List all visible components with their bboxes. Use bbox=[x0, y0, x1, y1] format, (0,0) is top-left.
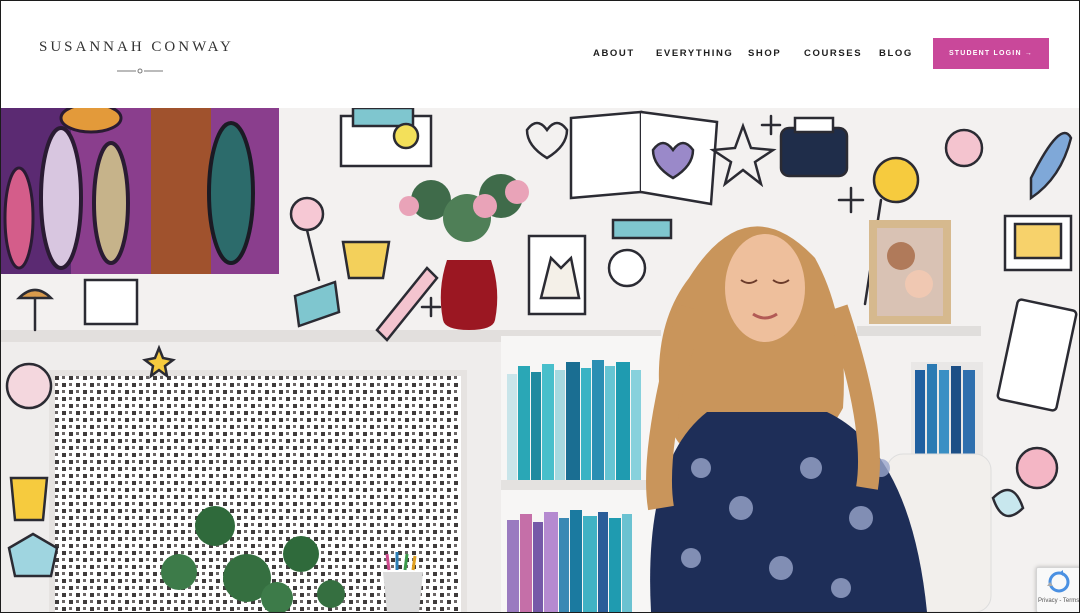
photo-frame bbox=[869, 220, 951, 324]
recaptcha-badge[interactable] bbox=[1036, 567, 1079, 612]
recaptcha-terms-link[interactable]: Privacy - Terms bbox=[1038, 598, 1079, 604]
logo-ornament-icon bbox=[117, 68, 163, 74]
site-logo[interactable]: SUSANNAH CONWAY bbox=[39, 39, 234, 56]
student-login-button[interactable]: STUDENT LOGIN → bbox=[933, 38, 1049, 69]
hero-photo bbox=[1, 108, 1079, 612]
site-header: SUSANNAH CONWAY ABOUT EVERYTHING SHOP CO… bbox=[1, 1, 1079, 108]
recaptcha-icon bbox=[1047, 570, 1070, 593]
nav-item-courses[interactable]: COURSES bbox=[804, 48, 862, 59]
page-frame: SUSANNAH CONWAY ABOUT EVERYTHING SHOP CO… bbox=[0, 0, 1080, 613]
nav-item-blog[interactable]: BLOG bbox=[879, 48, 913, 59]
nav-item-shop[interactable]: SHOP bbox=[748, 48, 781, 59]
nav-item-about[interactable]: ABOUT bbox=[593, 48, 635, 59]
nav-item-everything[interactable]: EVERYTHING bbox=[656, 48, 733, 59]
painting bbox=[1, 108, 279, 274]
hero-banner bbox=[1, 108, 1079, 612]
bookshelf bbox=[501, 336, 661, 612]
